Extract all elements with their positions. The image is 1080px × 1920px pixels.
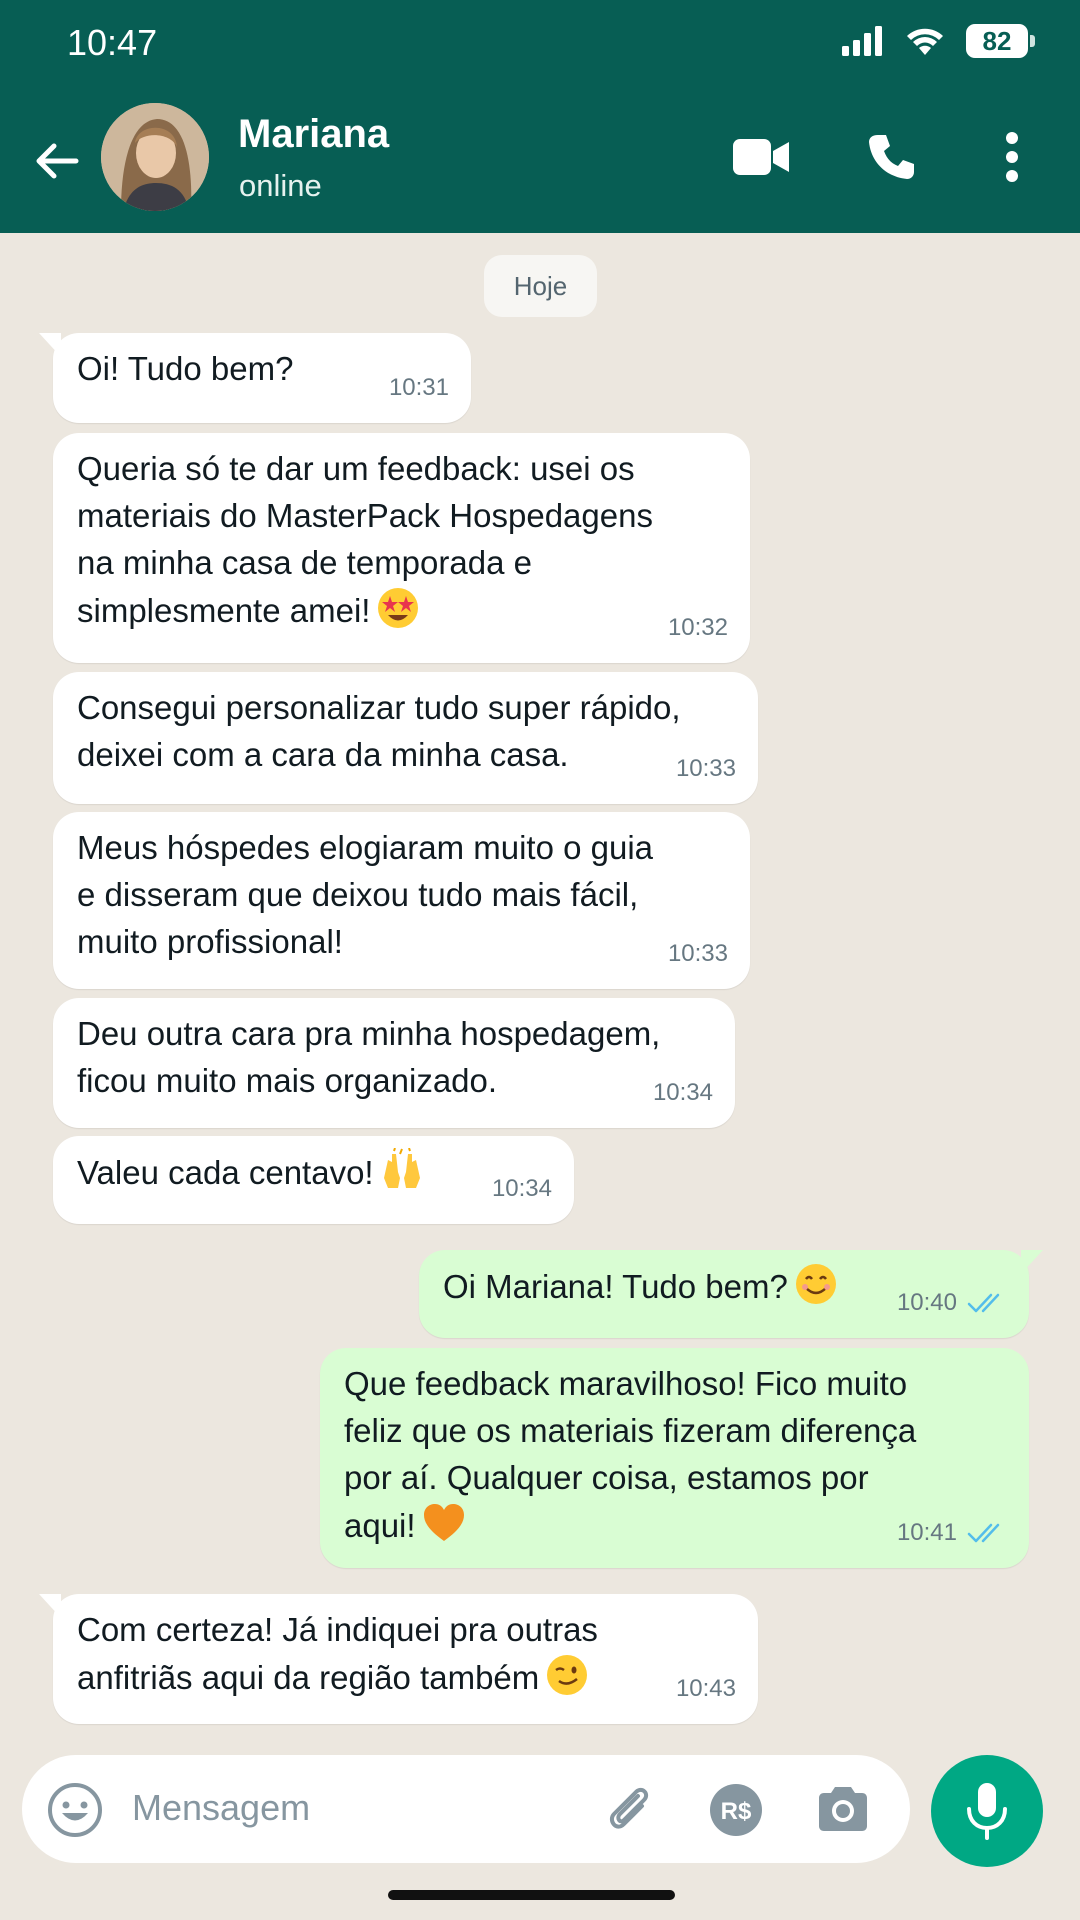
- payment-icon[interactable]: R$: [708, 1782, 764, 1838]
- contact-name[interactable]: Mariana: [238, 112, 389, 157]
- message-bubble-incoming[interactable]: Oi! Tudo bem? 10:31: [39, 333, 471, 423]
- status-time: 10:47: [67, 22, 158, 63]
- svg-text:R$: R$: [721, 1798, 752, 1825]
- message-bubble-incoming[interactable]: Deu outra cara pra minha hospedagem, fic…: [53, 998, 735, 1128]
- attachment-paperclip-icon[interactable]: [602, 1782, 658, 1838]
- time-label: 10:40: [896, 1289, 957, 1316]
- message-text-body: Com certeza! Já indiquei pra outras anfi…: [77, 1611, 598, 1696]
- back-arrow-icon[interactable]: [32, 136, 82, 186]
- battery-indicator: 82: [966, 24, 1035, 58]
- time-label: 10:34: [491, 1175, 552, 1202]
- time-label: 10:33: [667, 940, 728, 967]
- star-struck-emoji-icon: [378, 588, 419, 628]
- message-text-body: Oi Mariana! Tudo bem?: [443, 1268, 788, 1305]
- status-icons: 82: [842, 24, 1035, 58]
- message-time: 10:41: [897, 1509, 1007, 1556]
- time-label: 10:41: [896, 1519, 957, 1546]
- winking-face-emoji-icon: [547, 1655, 588, 1695]
- cellular-signal-icon: [842, 26, 882, 56]
- message-text-body: Valeu cada centavo!: [77, 1154, 374, 1191]
- time-label: 10:43: [675, 1675, 736, 1702]
- message-bubble-outgoing[interactable]: Oi Mariana! Tudo bem? 10:40: [419, 1250, 1043, 1338]
- message-time: 10:32: [668, 604, 728, 651]
- message-time: 10:33: [676, 745, 736, 792]
- camera-icon[interactable]: [815, 1784, 871, 1834]
- message-time: 10:31: [389, 364, 449, 411]
- message-text: Queria só te dar um feedback: usei os ma…: [77, 445, 726, 634]
- time-label: 10:31: [388, 374, 449, 401]
- message-bubble-incoming[interactable]: Meus hóspedes elogiaram muito o guia e d…: [53, 812, 750, 989]
- message-input-bar[interactable]: Mensagem R$: [22, 1755, 910, 1863]
- message-bubble-incoming[interactable]: Com certeza! Já indiquei pra outras anfi…: [39, 1594, 758, 1724]
- avatar[interactable]: [101, 103, 209, 211]
- more-options-icon[interactable]: [1001, 131, 1023, 183]
- message-bubble-incoming[interactable]: Valeu cada centavo! 10:34: [53, 1136, 574, 1224]
- voice-message-button[interactable]: [931, 1755, 1043, 1867]
- time-label: 10:32: [667, 614, 728, 641]
- emoji-picker-icon[interactable]: [47, 1782, 103, 1838]
- video-call-icon[interactable]: [733, 137, 791, 177]
- message-time: 10:40: [897, 1279, 1007, 1326]
- message-input-placeholder[interactable]: Mensagem: [132, 1787, 310, 1829]
- message-text: Deu outra cara pra minha hospedagem, fic…: [77, 1015, 661, 1099]
- battery-level: 82: [982, 25, 1012, 56]
- date-chip: Hoje: [484, 255, 597, 317]
- message-bubble-incoming[interactable]: Queria só te dar um feedback: usei os ma…: [53, 433, 750, 663]
- message-bubble-outgoing[interactable]: Que feedback maravilhoso! Fico muito fel…: [320, 1348, 1029, 1568]
- time-label: 10:34: [652, 1079, 713, 1106]
- phone-call-icon[interactable]: [866, 132, 916, 182]
- read-receipt-icon: [967, 1293, 1000, 1312]
- contact-photo: [101, 103, 209, 211]
- microphone-icon: [967, 1783, 1007, 1840]
- message-text-body: Queria só te dar um feedback: usei os ma…: [77, 450, 653, 629]
- home-indicator[interactable]: [388, 1890, 675, 1900]
- orange-heart-emoji-icon: [423, 1504, 464, 1541]
- time-label: 10:33: [675, 755, 736, 782]
- message-time: 10:34: [653, 1069, 713, 1116]
- message-time: 10:34: [492, 1165, 552, 1212]
- message-text: Valeu cada centavo!: [77, 1148, 550, 1196]
- contact-status: online: [239, 168, 322, 203]
- status-bar: 10:47 82: [0, 0, 1080, 92]
- message-bubble-incoming[interactable]: Consegui personalizar tudo super rápido,…: [53, 672, 758, 804]
- smiling-face-emoji-icon: [795, 1264, 836, 1304]
- read-receipt-icon: [967, 1523, 1000, 1542]
- wifi-icon: [907, 28, 943, 55]
- message-time: 10:43: [676, 1665, 736, 1712]
- message-text: Com certeza! Já indiquei pra outras anfi…: [77, 1606, 734, 1701]
- message-text: Consegui personalizar tudo super rápido,…: [77, 689, 681, 773]
- raising-hands-emoji-icon: [383, 1148, 420, 1188]
- message-time: 10:33: [668, 930, 728, 977]
- message-text: Meus hóspedes elogiaram muito o guia e d…: [77, 829, 654, 960]
